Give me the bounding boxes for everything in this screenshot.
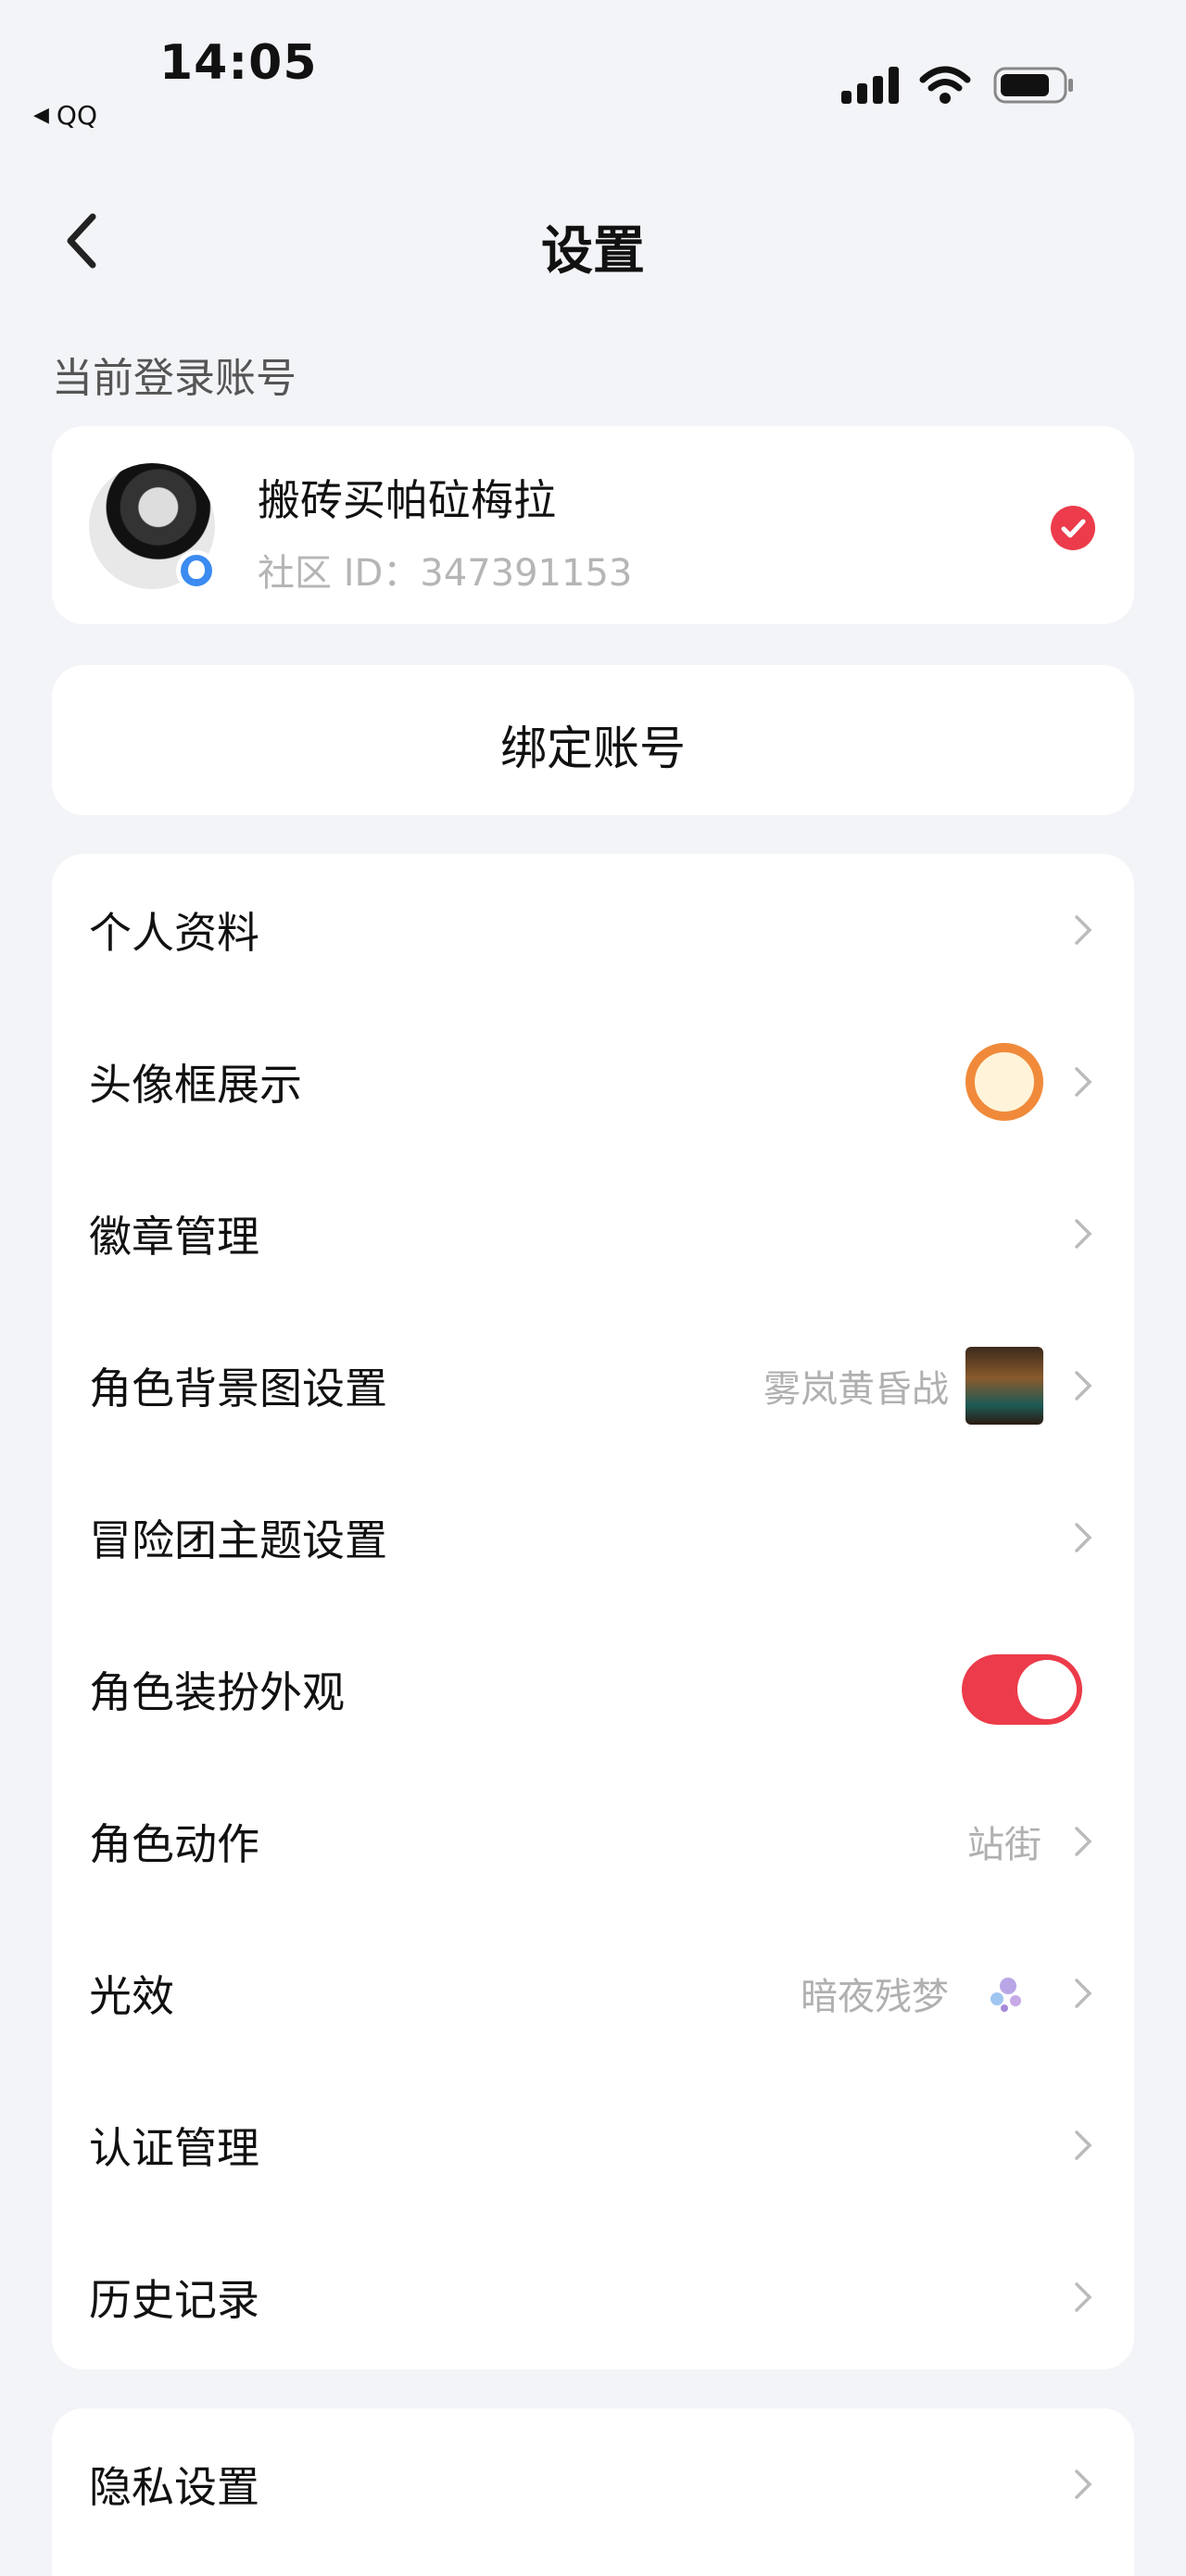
chevron-right-icon — [1075, 1371, 1092, 1401]
chevron-right-icon — [1075, 1219, 1092, 1249]
qq-badge-icon — [176, 550, 217, 591]
appearance-toggle[interactable] — [962, 1654, 1082, 1725]
avatar-frame-thumbnail — [965, 1043, 1043, 1121]
chevron-right-icon — [1075, 2282, 1092, 2312]
menu-item-label: 个人资料 — [89, 908, 259, 958]
menu-item-light-effect[interactable]: 光效 暗夜残梦 — [52, 1917, 1134, 2069]
community-id: 社区 ID：347391153 — [258, 552, 633, 595]
menu-item-value: 站街 — [967, 1824, 1041, 1866]
background-thumbnail — [965, 1347, 1043, 1425]
chevron-right-icon — [1075, 915, 1092, 945]
current-account-label: 当前登录账号 — [52, 355, 296, 402]
chevron-right-icon — [1075, 1067, 1092, 1097]
account-name: 搬砖买帕砬梅拉 — [258, 475, 556, 525]
page-title: 设置 — [541, 221, 645, 282]
menu-item-role-appearance: 角色装扮外观 — [52, 1614, 1134, 1766]
menu-item-label: 光效 — [89, 1971, 174, 2021]
menu-item-value: 暗夜残梦 — [801, 1976, 949, 2018]
chevron-right-icon — [1075, 2469, 1092, 2499]
settings-menu: 个人资料 头像框展示 徽章管理 角色背景图设置 雾岚黄昏战 冒险团主题设置 角色… — [52, 854, 1134, 2369]
menu-item-profile[interactable]: 个人资料 — [52, 854, 1134, 1006]
selected-check-icon — [1051, 506, 1095, 550]
menu-item-label: 头像框展示 — [89, 1060, 302, 1110]
menu-item-label: 徽章管理 — [89, 1212, 259, 1262]
light-effect-thumbnail — [990, 1978, 1021, 2012]
menu-item-label: 隐私设置 — [89, 2462, 259, 2512]
cellular-signal-icon — [841, 67, 901, 104]
menu-item-value: 雾岚黄昏战 — [763, 1368, 949, 1411]
back-app-label: QQ — [56, 100, 97, 131]
menu-item-privacy[interactable]: 隐私设置 — [52, 2408, 1134, 2560]
chevron-right-icon — [1075, 1979, 1092, 2008]
menu-item-role-background[interactable]: 角色背景图设置 雾岚黄昏战 — [52, 1310, 1134, 1462]
menu-item-history[interactable]: 历史记录 — [52, 2221, 1134, 2373]
back-to-app-link[interactable]: ◀ QQ — [33, 100, 97, 131]
menu-item-label: 冒险团主题设置 — [89, 1515, 387, 1565]
menu-item-label: 认证管理 — [89, 2123, 259, 2173]
back-triangle-icon: ◀ — [33, 104, 49, 127]
bind-account-label: 绑定账号 — [500, 722, 686, 775]
chevron-right-icon — [1075, 1523, 1092, 1552]
menu-item-role-action[interactable]: 角色动作 站街 — [52, 1766, 1134, 1917]
menu-item-avatar-frame[interactable]: 头像框展示 — [52, 1006, 1134, 1158]
menu-item-label: 历史记录 — [89, 2275, 259, 2325]
menu-item-label: 角色动作 — [89, 1819, 259, 1869]
chevron-right-icon — [1075, 1827, 1092, 1856]
status-time: 14:05 — [159, 35, 318, 91]
privacy-card: 隐私设置 — [52, 2408, 1134, 2576]
battery-icon — [993, 67, 1073, 104]
menu-item-team-theme[interactable]: 冒险团主题设置 — [52, 1462, 1134, 1614]
menu-item-label: 角色装扮外观 — [89, 1667, 345, 1717]
wifi-icon — [919, 66, 971, 104]
menu-item-badges[interactable]: 徽章管理 — [52, 1158, 1134, 1310]
account-card[interactable]: 搬砖买帕砬梅拉 社区 ID：347391153 — [52, 426, 1134, 624]
menu-item-certification[interactable]: 认证管理 — [52, 2069, 1134, 2221]
bind-account-button[interactable]: 绑定账号 — [52, 665, 1134, 815]
menu-item-label: 角色背景图设置 — [89, 1363, 387, 1414]
chevron-right-icon — [1075, 2130, 1092, 2160]
